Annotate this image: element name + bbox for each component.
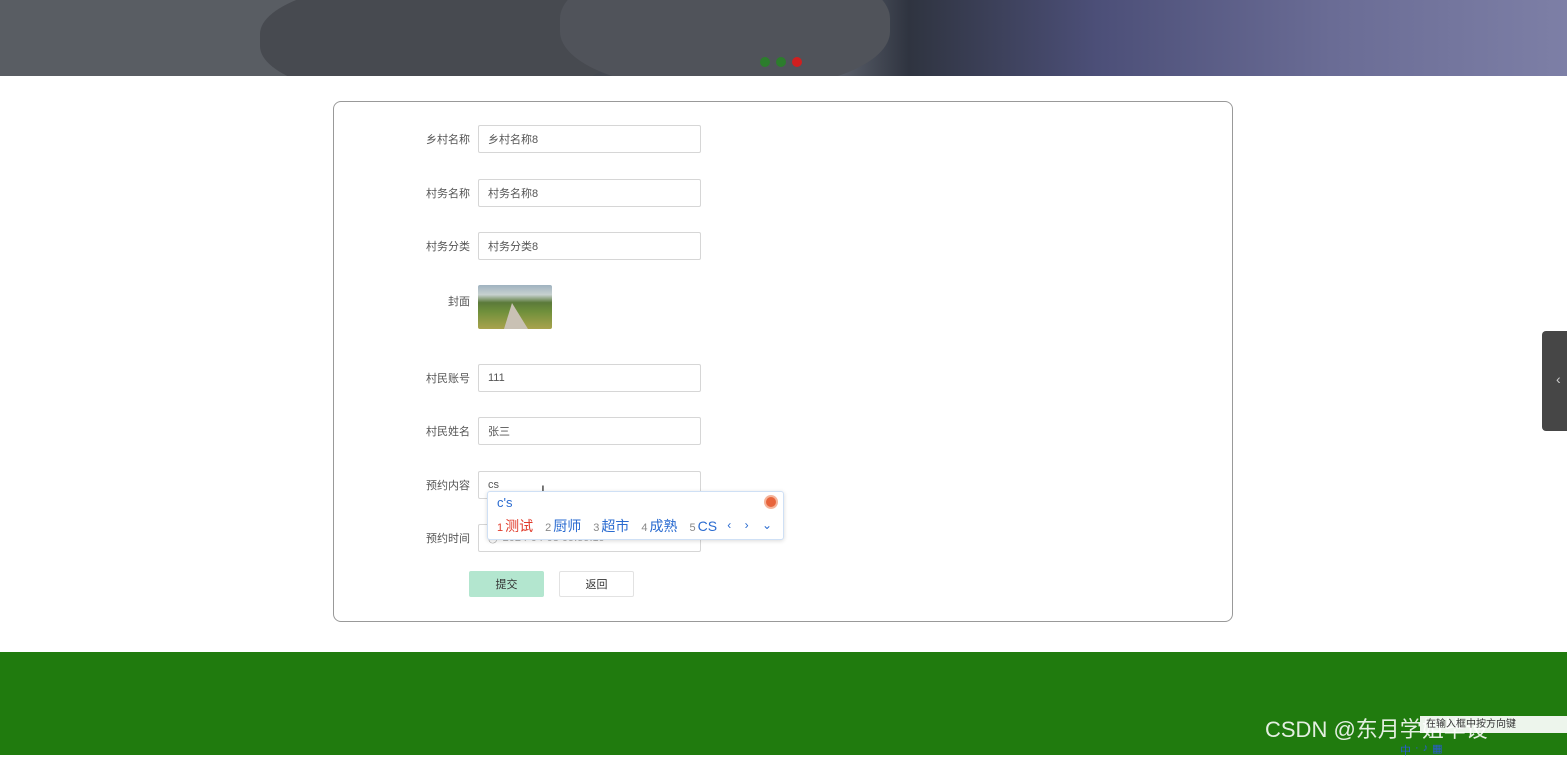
form-row-affair-category: 村务分类 村务分类8 xyxy=(334,232,701,260)
carousel-dot[interactable] xyxy=(776,57,786,67)
village-name-field[interactable]: 乡村名称8 xyxy=(478,125,701,153)
affair-category-field[interactable]: 村务分类8 xyxy=(478,232,701,260)
ime-toolbar-icon[interactable]: · xyxy=(1415,742,1419,758)
candidate-number: 3 xyxy=(593,522,600,534)
ime-hint-banner: 在输入框中按方向键 xyxy=(1420,716,1567,733)
villager-account-field[interactable]: 111 xyxy=(478,364,701,392)
villager-name-field[interactable]: 张三 xyxy=(478,417,701,445)
carousel-dot-active[interactable] xyxy=(792,57,802,67)
candidate-text: 超市 xyxy=(601,518,630,534)
candidate-number: 2 xyxy=(545,522,552,534)
ime-candidate[interactable]: 3 超市 xyxy=(593,516,629,536)
mic-icon[interactable]: ♪ xyxy=(1423,742,1429,758)
ime-candidates: 1 测试 2 厨师 3 超市 4 成熟 5 CS xyxy=(497,516,729,536)
submit-button[interactable]: 提交 xyxy=(469,571,544,597)
candidate-text: 厨师 xyxy=(553,518,582,534)
ime-candidate[interactable]: 2 厨师 xyxy=(545,516,581,536)
field-label: 村民账号 xyxy=(426,373,470,385)
keyboard-icon[interactable]: ▦ xyxy=(1432,742,1442,758)
field-label: 乡村名称 xyxy=(426,134,470,146)
candidate-text: 成熟 xyxy=(649,518,678,534)
ime-page-nav[interactable]: ‹ › ⌄ xyxy=(727,518,777,532)
ime-composition: c's xyxy=(497,495,513,510)
ime-candidate[interactable]: 1 测试 xyxy=(497,516,533,536)
field-label: 村务分类 xyxy=(426,241,470,253)
back-button[interactable]: 返回 xyxy=(559,571,634,597)
form-row-villager-name: 村民姓名 张三 xyxy=(334,417,701,445)
form-row-affair-name: 村务名称 村务名称8 xyxy=(334,179,701,207)
field-label: 预约时间 xyxy=(426,533,470,545)
carousel-indicators[interactable] xyxy=(760,57,802,67)
field-label: 封面 xyxy=(448,296,470,308)
appointment-form: 乡村名称 乡村名称8 村务名称 村务名称8 村务分类 村务分类8 封面 村民账号… xyxy=(333,101,1233,622)
ime-logo-icon xyxy=(764,495,778,509)
banner-rock xyxy=(560,0,890,76)
affair-name-field[interactable]: 村务名称8 xyxy=(478,179,701,207)
banner-carousel xyxy=(0,0,1567,76)
candidate-number: 5 xyxy=(689,522,696,534)
ime-toolbar: 中 · ♪ ▦ xyxy=(1400,742,1443,758)
ime-candidate[interactable]: 5 CS xyxy=(690,518,718,534)
candidate-text: CS xyxy=(697,518,718,534)
field-label: 村务名称 xyxy=(426,188,470,200)
form-row-villager-account: 村民账号 111 xyxy=(334,364,701,392)
candidate-number: 1 xyxy=(497,522,504,534)
ime-candidate-window: c's 1 测试 2 厨师 3 超市 4 成熟 5 CS ‹ › ⌄ xyxy=(487,491,784,540)
form-row-cover: 封面 xyxy=(334,285,552,329)
field-label: 预约内容 xyxy=(426,480,470,492)
field-label: 村民姓名 xyxy=(426,426,470,438)
side-drawer-tab[interactable]: ‹ xyxy=(1542,331,1567,431)
ime-toolbar-icon[interactable]: 中 xyxy=(1400,742,1411,758)
candidate-number: 4 xyxy=(641,522,648,534)
form-row-village-name: 乡村名称 乡村名称8 xyxy=(334,125,701,153)
chevron-left-icon: ‹ xyxy=(1556,371,1561,387)
ime-candidate[interactable]: 4 成熟 xyxy=(641,516,677,536)
cover-image xyxy=(478,285,552,329)
carousel-dot[interactable] xyxy=(760,57,770,67)
candidate-text: 测试 xyxy=(505,518,534,534)
